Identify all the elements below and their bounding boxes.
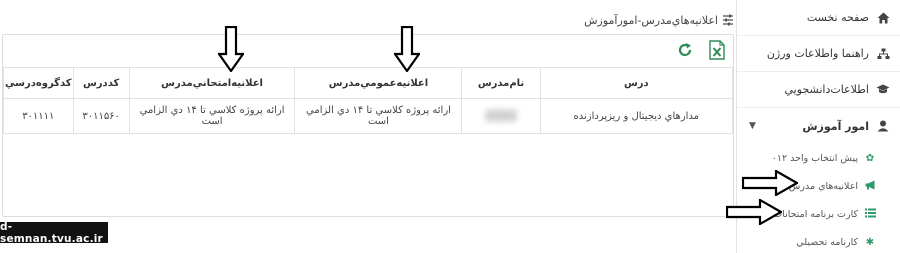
user-icon: [876, 119, 890, 133]
submenu-item-pre-registration[interactable]: ✿ پيش انتخاب واحد ۰۱۲: [737, 144, 900, 172]
graduation-cap-icon: [876, 83, 890, 97]
page-header: اعلانيه‌هاي‌مدرس-امورآموزش: [584, 9, 734, 31]
sitemap-icon: [876, 47, 890, 61]
submenu-item-label: پيش انتخاب واحد ۰۱۲: [771, 152, 858, 164]
sidebar-item-label: راهنما واطلاعات ورژن: [766, 47, 869, 60]
chevron-down-icon: ▼: [749, 121, 756, 131]
sidebar-item-education-affairs[interactable]: امور آموزش ▼: [737, 108, 900, 144]
submenu-item-label: کارت برنامه امتحانات: [773, 208, 858, 220]
table-header-row: درس نام‌مدرس اعلانيه‌عمومي‌مدرس اعلانيه‌…: [3, 67, 734, 99]
table-row[interactable]: مدارهاي ديجيتال و ريزپردازنده ████ ارائه…: [3, 98, 734, 134]
main-content: اعلانيه‌هاي‌مدرس-امورآموزش درس: [0, 0, 736, 253]
column-header-general-notice[interactable]: اعلانيه‌عمومي‌مدرس: [294, 67, 463, 99]
notices-panel: درس نام‌مدرس اعلانيه‌عمومي‌مدرس اعلانيه‌…: [2, 34, 734, 217]
tune-icon: [723, 14, 733, 26]
column-header-exam-notice[interactable]: اعلانيه‌امتحاني‌مدرس: [128, 67, 296, 99]
watermark-label: d-semnan.tvu.ac.ir: [0, 221, 108, 245]
list-icon: [864, 208, 876, 221]
down-arrow-icon: [218, 26, 244, 72]
right-arrow-icon: [726, 199, 782, 225]
submenu-item-label: کارنامه تحصيلي: [796, 236, 858, 248]
excel-export-icon[interactable]: [707, 39, 727, 61]
submenu-item-transcript[interactable]: ✱ کارنامه تحصيلي: [737, 228, 900, 253]
cogs-icon: ✿: [865, 152, 875, 164]
sidebar-item-home[interactable]: صفحه نخست: [737, 0, 900, 36]
right-arrow-icon: [742, 170, 798, 196]
cell-group-code: ۳۰۱۱۱۱: [3, 98, 74, 134]
refresh-icon[interactable]: [675, 39, 695, 61]
cell-general-notice: ارائه پروژه كلاسي تا ۱۴ دي الزامي است: [294, 98, 463, 134]
column-header-group-code[interactable]: كدگروه‌درسي: [3, 67, 74, 99]
sidebar-item-label: امور آموزش: [802, 119, 869, 133]
notices-table: درس نام‌مدرس اعلانيه‌عمومي‌مدرس اعلانيه‌…: [3, 67, 734, 134]
sidebar-item-label: اطلاعات‌دانشجويي: [784, 83, 870, 96]
column-header-course-code[interactable]: كددرس: [72, 67, 130, 99]
bullhorn-icon: [864, 180, 876, 193]
down-arrow-icon: [394, 26, 420, 72]
table-toolbar: [675, 39, 727, 61]
sidebar-item-help[interactable]: راهنما واطلاعات ورژن: [737, 36, 900, 72]
column-header-teacher[interactable]: نام‌مدرس: [461, 67, 541, 99]
asterisk-icon: ✱: [865, 236, 875, 248]
cell-course-code: ۳۰۱۱۵۶۰: [72, 98, 130, 134]
cell-exam-notice: ارائه پروژه كلاسي تا ۱۴ دي الزامي است: [128, 98, 296, 134]
cell-teacher: ████: [461, 98, 541, 134]
sidebar-item-student-info[interactable]: اطلاعات‌دانشجويي: [737, 72, 900, 108]
column-header-course[interactable]: درس: [539, 67, 734, 99]
sidebar-item-label: صفحه نخست: [806, 11, 869, 24]
submenu-item-label: اعلانيه‌هاي مدرس: [788, 180, 858, 192]
page-title: اعلانيه‌هاي‌مدرس-امورآموزش: [584, 13, 718, 27]
cell-course: مدارهاي ديجيتال و ريزپردازنده: [539, 98, 734, 134]
home-icon: [876, 11, 890, 25]
